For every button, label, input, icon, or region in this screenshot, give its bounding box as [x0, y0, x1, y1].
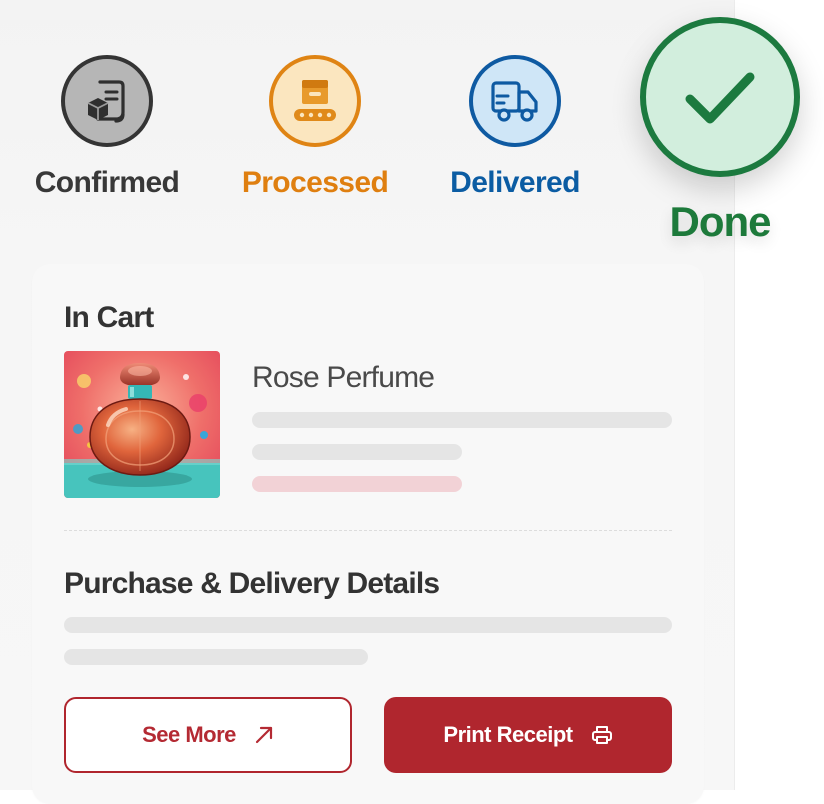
product-price-placeholder [252, 476, 462, 492]
product-name: Rose Perfume [252, 361, 435, 394]
arrow-up-right-icon [254, 725, 274, 745]
section-divider [64, 530, 672, 531]
receipt-package-icon [80, 74, 134, 128]
step-delivered: Delivered [415, 55, 615, 201]
step-confirmed-label: Confirmed [34, 166, 180, 199]
step-processed: Processed [215, 55, 415, 201]
product-detail-placeholder [252, 412, 672, 428]
delivery-truck-icon [488, 74, 542, 128]
printer-icon [591, 724, 613, 746]
step-delivered-circle [469, 55, 561, 147]
step-confirmed-circle [61, 55, 153, 147]
step-processed-circle [269, 55, 361, 147]
print-receipt-label: Print Receipt [443, 722, 573, 747]
product-detail-placeholder [252, 444, 462, 460]
conveyor-box-icon [288, 74, 342, 128]
order-tracker-panel: Confirmed Processed Delivered In Cart Ro… [0, 0, 735, 804]
details-title: Purchase & Delivery Details [64, 567, 440, 600]
checkmark-icon [678, 55, 762, 139]
product-image [64, 351, 220, 498]
done-label: Done [669, 198, 772, 245]
cart-card: In Cart Rose Perfume Purchase & Delivery… [32, 264, 704, 804]
see-more-button[interactable]: See More [64, 697, 352, 773]
details-placeholder [64, 649, 368, 665]
cart-title: In Cart [64, 301, 154, 334]
step-delivered-label: Delivered [450, 166, 580, 199]
see-more-label: See More [142, 722, 236, 747]
step-processed-label: Processed [241, 166, 389, 199]
details-placeholder [64, 617, 672, 633]
done-badge [640, 17, 800, 177]
step-confirmed: Confirmed [7, 55, 207, 201]
print-receipt-button[interactable]: Print Receipt [384, 697, 672, 773]
